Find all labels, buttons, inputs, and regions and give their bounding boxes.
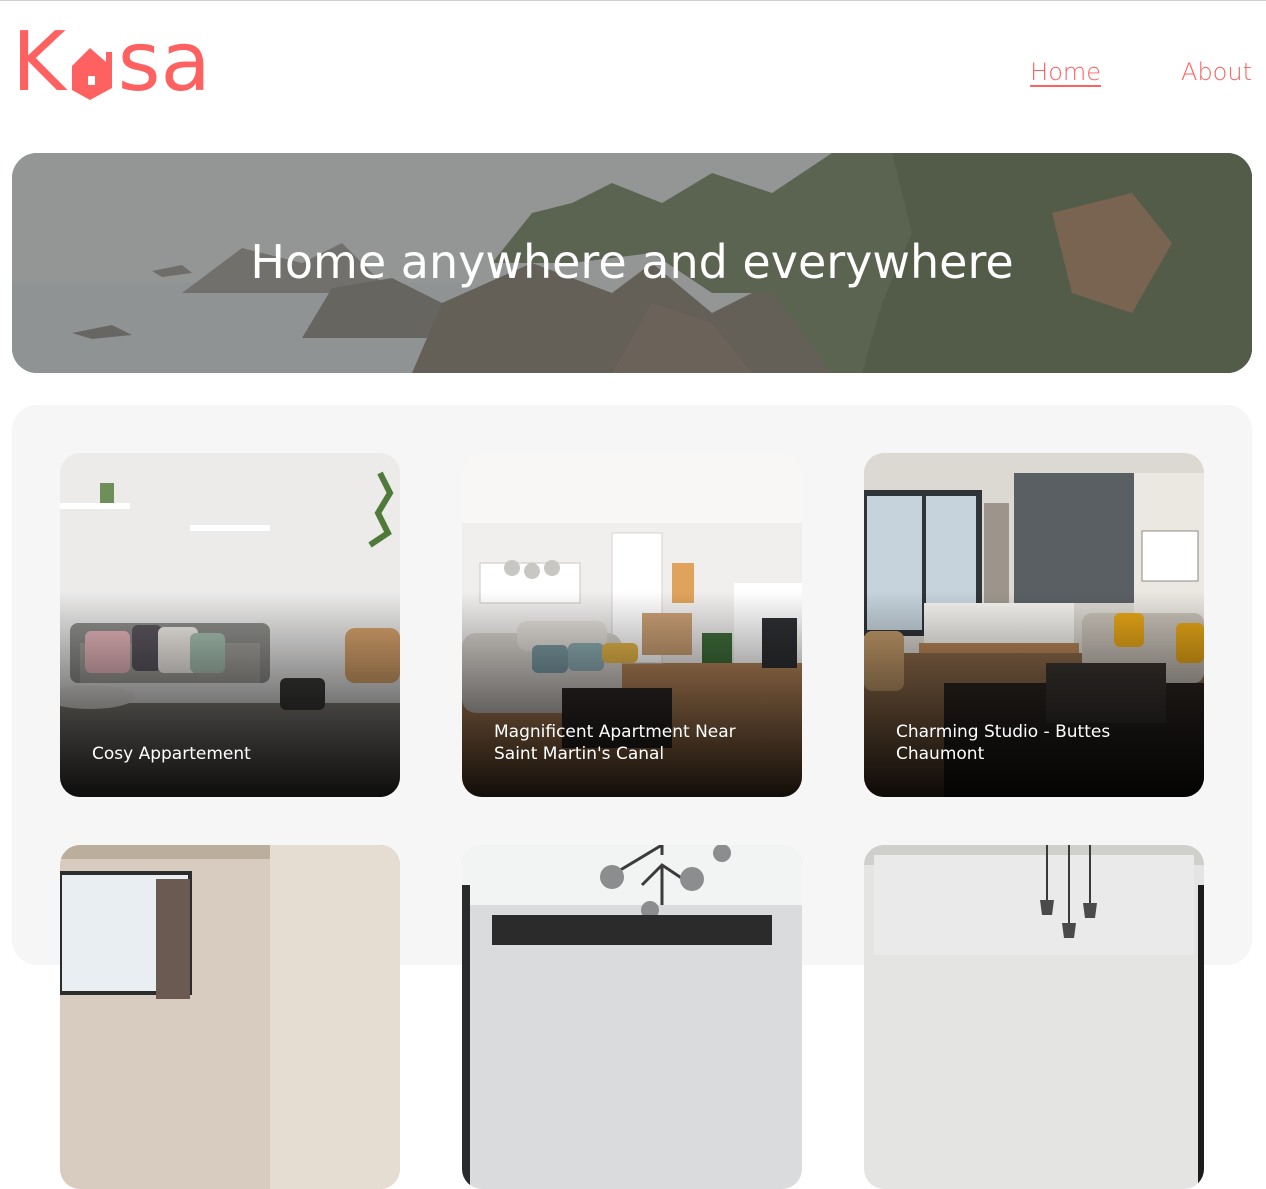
listings-gallery: Cosy Appartement Magnificent Apartment N… [12, 405, 1252, 1189]
listing-card[interactable]: Cosy Appartement [60, 453, 400, 797]
house-icon [71, 48, 112, 100]
banner-title: Home anywhere and everywhere [250, 235, 1014, 289]
main-nav: Home About [1030, 58, 1252, 86]
card-gradient [60, 590, 400, 797]
nav-home-link[interactable]: Home [1030, 58, 1101, 86]
listing-photo [462, 845, 802, 1189]
card-gradient [864, 590, 1204, 797]
listing-title: Cosy Appartement [92, 744, 251, 764]
listing-card[interactable] [60, 845, 400, 1189]
hero-banner: Home anywhere and everywhere [12, 153, 1252, 373]
listing-title: Charming Studio - Buttes Chaumont [896, 722, 1111, 764]
listing-title: Magnificent Apartment Near Saint Martin'… [494, 722, 736, 764]
logo-letters-sa: sa [117, 15, 211, 110]
listing-card[interactable] [462, 845, 802, 1189]
listing-photo [864, 845, 1204, 1189]
listing-card[interactable] [864, 845, 1204, 1189]
listing-photo [60, 845, 400, 1189]
listing-card[interactable]: Charming Studio - Buttes Chaumont [864, 453, 1204, 797]
nav-about-link[interactable]: About [1181, 58, 1252, 86]
listing-card[interactable]: Magnificent Apartment Near Saint Martin'… [462, 453, 802, 797]
top-border [0, 0, 1266, 1]
kasa-logo[interactable]: K sa [12, 15, 211, 110]
site-header: K sa Home About [12, 15, 1252, 110]
card-gradient [462, 590, 802, 797]
logo-letter-k: K [12, 15, 66, 110]
